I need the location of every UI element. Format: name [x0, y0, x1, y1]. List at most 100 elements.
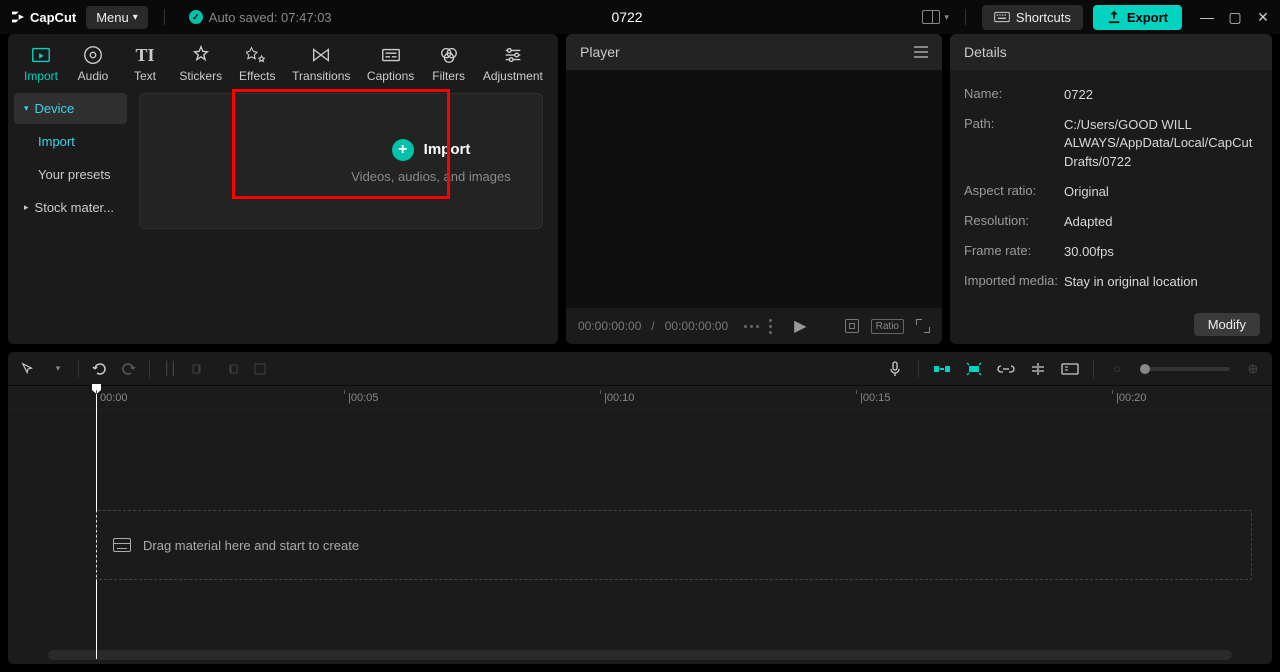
zoom-in-icon[interactable]: ⊕ [1244, 362, 1262, 376]
app-name: CapCut [30, 10, 76, 25]
keyboard-icon [994, 11, 1010, 23]
tab-label: Captions [367, 69, 414, 83]
check-icon: ✓ [189, 10, 203, 24]
player-time-total: 00:00:00:00 [665, 319, 728, 333]
delete-left-icon[interactable] [190, 359, 210, 379]
tab-text[interactable]: TI Text [120, 40, 170, 87]
crop-icon[interactable] [250, 359, 270, 379]
detail-value-path: C:/Users/GOOD WILL ALWAYS/AppData/Local/… [1064, 116, 1258, 171]
import-card[interactable]: + Import Videos, audios, and images [139, 93, 543, 229]
chevron-down-icon[interactable]: ▾ [48, 359, 68, 379]
menu-label: Menu [96, 10, 129, 25]
detail-label-aspect: Aspect ratio: [964, 183, 1064, 201]
play-button[interactable]: ▶ [794, 316, 806, 336]
player-menu-icon[interactable] [914, 46, 928, 58]
link-icon[interactable] [997, 362, 1015, 376]
import-icon [30, 44, 52, 66]
sidebar-item-stock[interactable]: ▸ Stock mater... [14, 192, 127, 223]
autosave-label: Auto saved: 07:47:03 [209, 10, 332, 25]
player-time-current: 00:00:00:00 [578, 319, 641, 333]
layout-icon[interactable] [922, 10, 940, 24]
pointer-tool-icon[interactable] [18, 359, 38, 379]
detail-value-name: 0722 [1064, 86, 1258, 104]
ruler-mark: |00:10 [604, 392, 634, 404]
player-time-sep: / [651, 319, 654, 333]
menu-button[interactable]: Menu ▾ [86, 6, 148, 29]
fullscreen-icon[interactable] [916, 319, 930, 333]
triangle-down-icon: ▾ [24, 103, 29, 114]
import-subtitle: Videos, audios, and images [351, 169, 510, 184]
tab-stickers[interactable]: Stickers [172, 40, 230, 87]
timeline-scrollbar[interactable] [48, 650, 1232, 660]
modify-button[interactable]: Modify [1194, 313, 1260, 336]
tab-audio[interactable]: Audio [68, 40, 118, 87]
tab-adjustment[interactable]: Adjustment [476, 40, 550, 87]
tab-label: Filters [432, 69, 465, 83]
tab-label: Import [24, 69, 58, 83]
project-title: 0722 [342, 9, 913, 25]
import-title: Import [424, 141, 471, 158]
tab-transitions[interactable]: Transitions [285, 40, 358, 87]
detail-value-resolution: Adapted [1064, 213, 1258, 231]
export-button[interactable]: Export [1093, 5, 1182, 30]
transitions-icon [310, 44, 332, 66]
tab-label: Audio [78, 69, 109, 83]
sidebar-item-import[interactable]: Import [14, 126, 127, 157]
media-panel: Import Audio TI Text Stickers Effects Tr… [8, 34, 558, 344]
chevron-down-icon: ▾ [133, 12, 138, 23]
close-button[interactable]: ✕ [1256, 10, 1270, 24]
redo-button[interactable] [119, 359, 139, 379]
export-icon [1107, 10, 1121, 24]
tab-label: Adjustment [483, 69, 543, 83]
text-icon: TI [134, 44, 156, 66]
shortcuts-label: Shortcuts [1016, 10, 1071, 25]
effects-icon [246, 44, 268, 66]
plus-icon: + [392, 139, 414, 161]
clip-icon [113, 538, 131, 552]
app-logo: CapCut [10, 9, 76, 25]
export-label: Export [1127, 10, 1168, 25]
player-panel: Player 00:00:00:00 / 00:00:00:00 ▶ Ratio [566, 34, 942, 344]
sidebar-item-device[interactable]: ▾ Device [14, 93, 127, 124]
magnet-auto-icon[interactable] [965, 362, 983, 376]
timeline-ruler[interactable]: 00:00 |00:05 |00:10 |00:15 |00:20 [8, 386, 1272, 410]
delete-right-icon[interactable] [220, 359, 240, 379]
ruler-mark: |00:15 [860, 392, 890, 404]
tab-label: Transitions [292, 69, 350, 83]
mic-icon[interactable] [886, 362, 904, 376]
timeline-drop-area[interactable]: Drag material here and start to create [96, 510, 1252, 580]
undo-button[interactable] [89, 359, 109, 379]
player-viewport[interactable] [566, 70, 942, 308]
detail-label-framerate: Frame rate: [964, 243, 1064, 261]
detail-label-resolution: Resolution: [964, 213, 1064, 231]
tab-filters[interactable]: Filters [424, 40, 474, 87]
ruler-mark: 00:00 [100, 392, 128, 404]
ratio-button[interactable]: Ratio [871, 319, 904, 334]
tab-import[interactable]: Import [16, 40, 66, 87]
tab-captions[interactable]: Captions [360, 40, 422, 87]
maximize-button[interactable]: ▢ [1228, 10, 1242, 24]
magnet-main-icon[interactable] [933, 362, 951, 376]
detail-label-imported: Imported media: [964, 273, 1064, 291]
snapshot-icon[interactable] [845, 319, 859, 333]
preview-icon[interactable] [1061, 362, 1079, 376]
detail-label-name: Name: [964, 86, 1064, 104]
sidebar-item-presets[interactable]: Your presets [14, 159, 127, 190]
zoom-out-icon[interactable]: ○ [1108, 362, 1126, 376]
chevron-down-icon[interactable]: ▾ [944, 12, 949, 23]
tab-label: Stickers [179, 69, 222, 83]
audio-icon [82, 44, 104, 66]
sidebar-label: Import [38, 134, 75, 149]
align-icon[interactable] [1029, 362, 1047, 376]
zoom-slider[interactable] [1140, 367, 1230, 371]
minimize-button[interactable]: ― [1200, 10, 1214, 24]
tab-effects[interactable]: Effects [232, 40, 283, 87]
detail-value-framerate: 30.00fps [1064, 243, 1258, 261]
split-icon[interactable]: ⎮⎮ [160, 359, 180, 379]
captions-icon [380, 44, 402, 66]
shortcuts-button[interactable]: Shortcuts [982, 5, 1083, 30]
compare-icon[interactable] [744, 325, 759, 328]
quality-icon[interactable] [769, 319, 772, 334]
player-title: Player [580, 44, 620, 60]
stickers-icon [190, 44, 212, 66]
